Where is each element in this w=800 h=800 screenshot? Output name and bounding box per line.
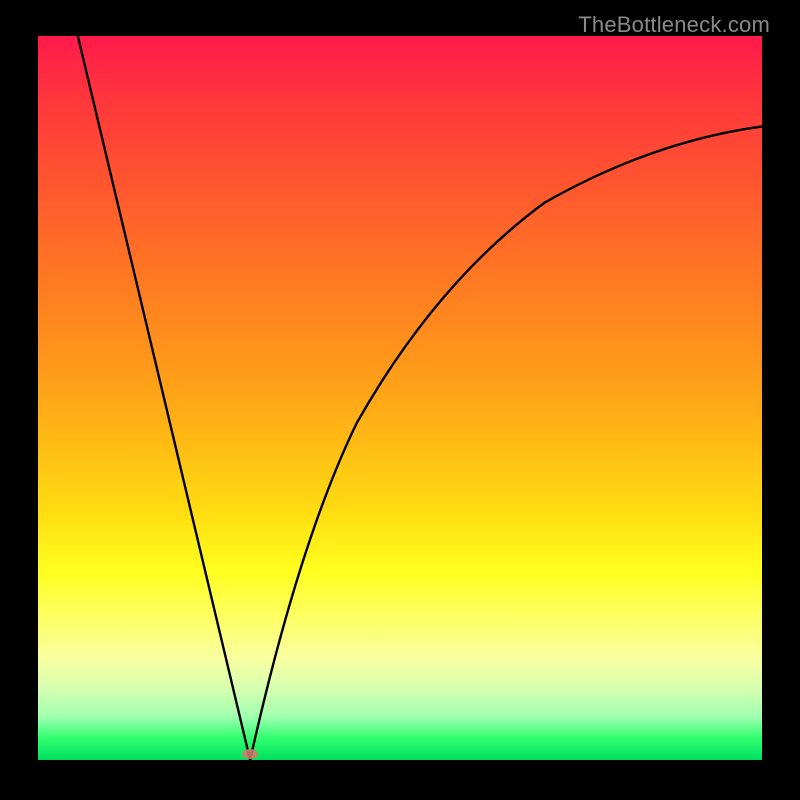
bottleneck-curve bbox=[38, 36, 762, 760]
chart-frame: TheBottleneck.com bbox=[0, 0, 800, 800]
plot-area bbox=[38, 36, 762, 760]
minimum-marker bbox=[242, 749, 258, 759]
watermark-text: TheBottleneck.com bbox=[578, 12, 770, 38]
